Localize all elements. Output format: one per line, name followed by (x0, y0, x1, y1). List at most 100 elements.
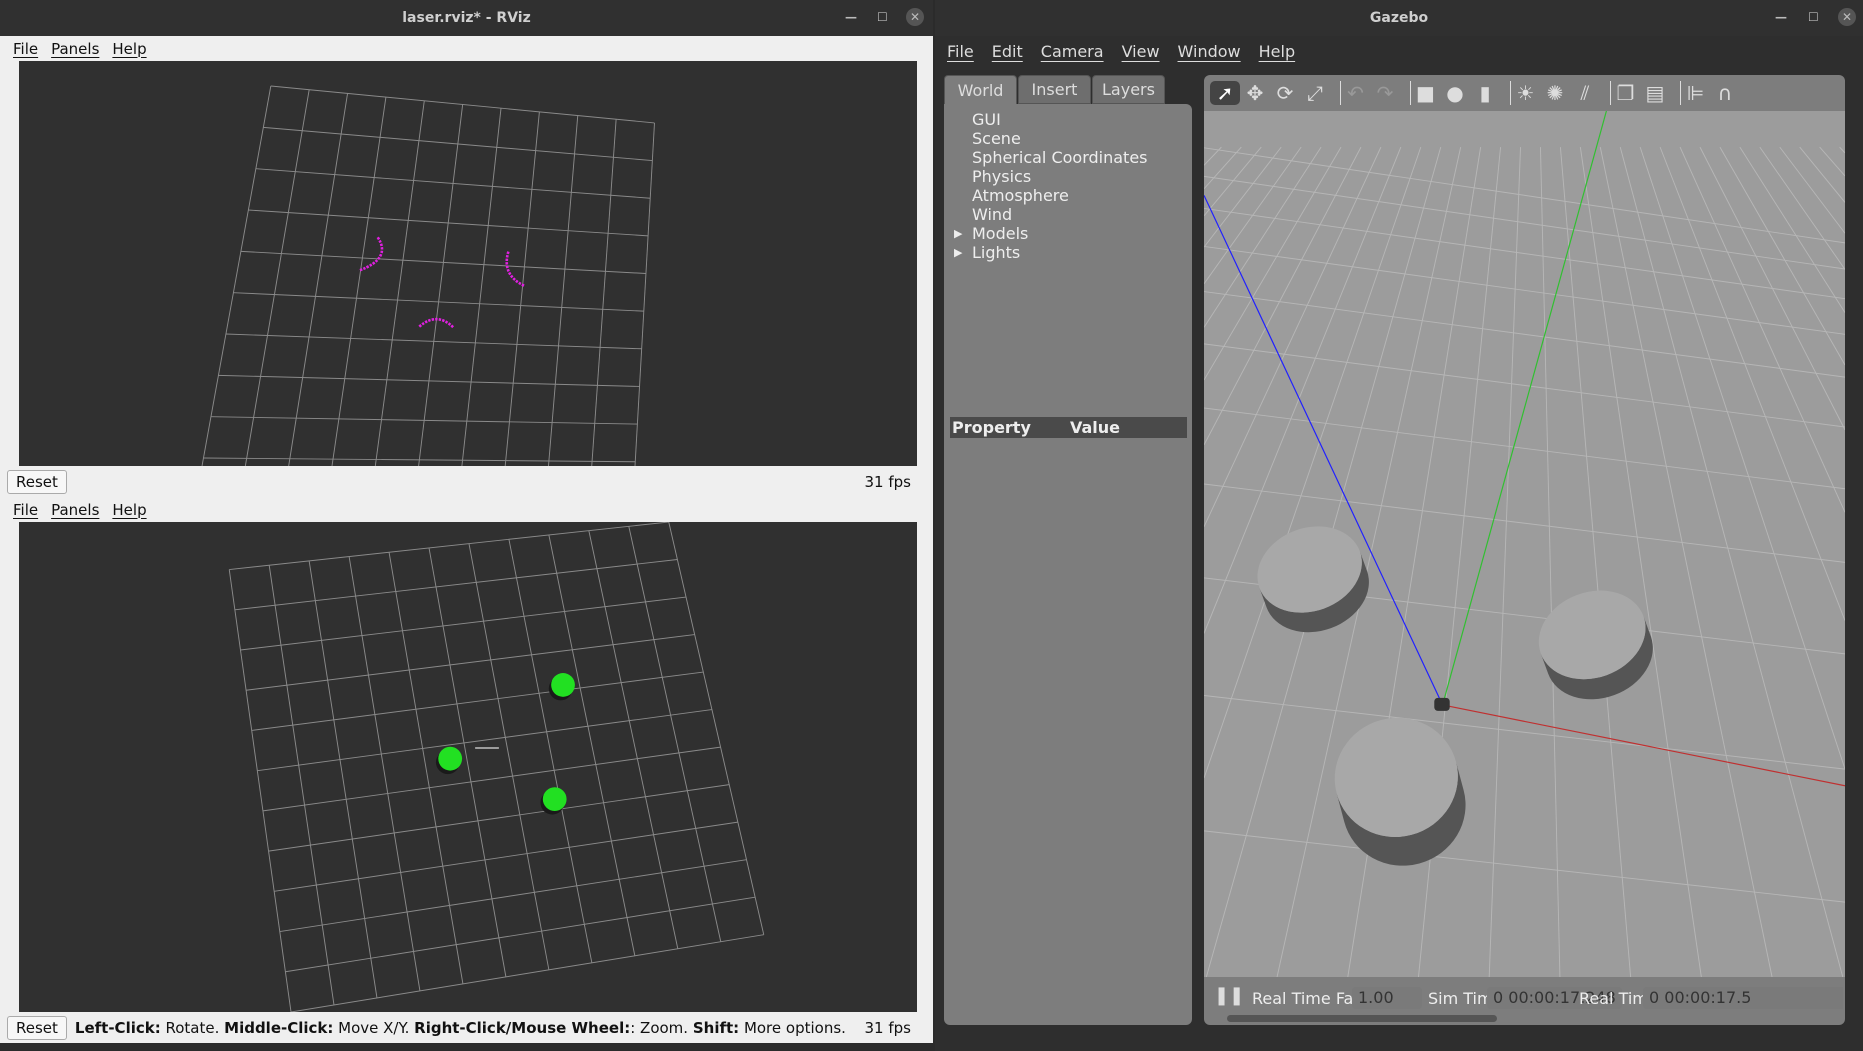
menu-file[interactable]: File (947, 42, 974, 61)
grid-line (234, 559, 678, 611)
real-time-factor-value: 1.00 (1352, 987, 1422, 1009)
tree-item-wind[interactable]: Wind (944, 205, 1192, 224)
close-button[interactable]: ✕ (1838, 8, 1856, 26)
grid-line (591, 119, 617, 466)
rviz-menubar-bottom: File Panels Help (0, 497, 933, 522)
world-panel: GUI Scene Spherical Coordinates Physics … (944, 104, 1192, 1025)
rviz-3d-view-top[interactable] (19, 61, 917, 466)
ground-grid-line (1204, 291, 1845, 378)
pause-button[interactable]: ❚❚ (1214, 985, 1244, 1006)
menu-view[interactable]: View (1122, 42, 1160, 61)
grid-line (233, 292, 644, 312)
grid-line (240, 596, 687, 651)
grid-line (588, 530, 679, 949)
rviz-3d-view-bottom[interactable] (19, 522, 917, 1012)
ground-grid-line (1204, 146, 1282, 248)
horizontal-scrollbar[interactable] (1227, 1015, 1497, 1022)
laser-scan-points (358, 236, 384, 272)
tab-layers[interactable]: Layers (1092, 75, 1165, 104)
menu-edit[interactable]: Edit (992, 42, 1023, 61)
rotate-icon[interactable]: ⟳ (1270, 81, 1300, 105)
redo-icon[interactable]: ↷ (1370, 81, 1400, 105)
menu-help[interactable]: Help (112, 40, 146, 58)
grid-line (268, 784, 730, 852)
menu-window[interactable]: Window (1178, 42, 1241, 61)
cylinder-icon[interactable]: ▮ (1470, 81, 1500, 105)
grid-line (268, 565, 335, 1006)
grid-line (308, 560, 378, 999)
ground-grid-line (1819, 146, 1845, 177)
tree-item-atmosphere[interactable]: Atmosphere (944, 186, 1192, 205)
rviz-status-bottom: Reset Left-Click: Rotate. Middle-Click: … (0, 1012, 933, 1043)
spot-light-icon[interactable]: ✺ (1540, 81, 1570, 105)
paste-icon[interactable]: ▤ (1640, 81, 1670, 105)
value-column-header: Value (1070, 418, 1121, 437)
tab-world[interactable]: World (944, 75, 1017, 104)
rviz-titlebar: laser.rviz* - RViz — ☐ ✕ (0, 0, 933, 36)
gazebo-3d-scene[interactable] (1204, 111, 1845, 977)
ground-grid-line (1659, 146, 1845, 621)
laser-scan-points (418, 317, 455, 329)
grid-line (374, 100, 425, 466)
box-icon[interactable]: ■ (1410, 81, 1440, 105)
grid-line (279, 859, 747, 933)
grid-line (668, 522, 765, 935)
maximize-button[interactable]: ☐ (1808, 10, 1819, 24)
directional-light-icon[interactable]: ⫽ (1570, 81, 1600, 105)
menu-file[interactable]: File (13, 40, 38, 58)
ground-grid-line (1204, 207, 1845, 300)
grid-line (263, 126, 653, 162)
reset-button[interactable]: Reset (7, 1015, 67, 1040)
grid-line (634, 122, 655, 466)
gazebo-menubar: File Edit Camera View Window Help (935, 38, 1295, 64)
expand-arrow-icon[interactable]: ▶ (954, 243, 962, 262)
obstacle-marker (438, 746, 463, 771)
tree-item-spherical-coordinates[interactable]: Spherical Coordinates (944, 148, 1192, 167)
grid-line (262, 746, 721, 812)
tree-item-gui[interactable]: GUI (944, 110, 1192, 129)
tree-item-scene[interactable]: Scene (944, 129, 1192, 148)
close-button[interactable]: ✕ (906, 8, 924, 26)
rviz-status-top: Reset 31 fps (0, 466, 933, 497)
tree-item-models[interactable]: ▶ Models (944, 224, 1192, 243)
laser-scan-points (505, 251, 526, 288)
grid-line (547, 115, 579, 466)
tree-item-lights[interactable]: ▶ Lights (944, 243, 1192, 262)
menu-camera[interactable]: Camera (1041, 42, 1104, 61)
scale-icon[interactable]: ⤢ (1300, 81, 1330, 105)
select-icon[interactable]: ➚ (1210, 81, 1240, 105)
menu-help[interactable]: Help (1259, 42, 1295, 61)
tree-item-physics[interactable]: Physics (944, 167, 1192, 186)
fps-label: 31 fps (864, 472, 911, 491)
grid-line (270, 85, 655, 124)
grid-line (225, 333, 642, 350)
sphere-icon[interactable]: ● (1440, 81, 1470, 105)
grid-line (285, 896, 756, 973)
align-icon[interactable]: ⊫ (1680, 81, 1710, 105)
grid-line (257, 709, 713, 772)
menu-panels[interactable]: Panels (51, 501, 99, 519)
tab-insert[interactable]: Insert (1018, 75, 1091, 104)
minimize-button[interactable]: — (1775, 10, 1787, 24)
snap-icon[interactable]: ∩ (1710, 81, 1740, 105)
rviz-menubar-top: File Panels Help (0, 36, 933, 61)
translate-icon[interactable]: ✥ (1240, 81, 1270, 105)
undo-icon[interactable]: ↶ (1340, 81, 1370, 105)
menu-help[interactable]: Help (112, 501, 146, 519)
ground-grid-line (1639, 146, 1845, 770)
cylinder-model (1538, 590, 1653, 700)
reset-button[interactable]: Reset (7, 469, 67, 494)
menu-file[interactable]: File (13, 501, 38, 519)
grid-line (229, 522, 669, 571)
minimize-button[interactable]: — (845, 10, 857, 24)
menu-panels[interactable]: Panels (51, 40, 99, 58)
grid-line (504, 111, 540, 466)
obstacle-marker (551, 673, 575, 697)
expand-arrow-icon[interactable]: ▶ (954, 224, 962, 243)
x-axis-line (1442, 704, 1845, 787)
maximize-button[interactable]: ☐ (877, 10, 888, 24)
point-light-icon[interactable]: ☀ (1510, 81, 1540, 105)
property-table-header: Property Value (950, 417, 1187, 438)
ground-grid-line (1204, 146, 1362, 446)
copy-icon[interactable]: ❐ (1610, 81, 1640, 105)
